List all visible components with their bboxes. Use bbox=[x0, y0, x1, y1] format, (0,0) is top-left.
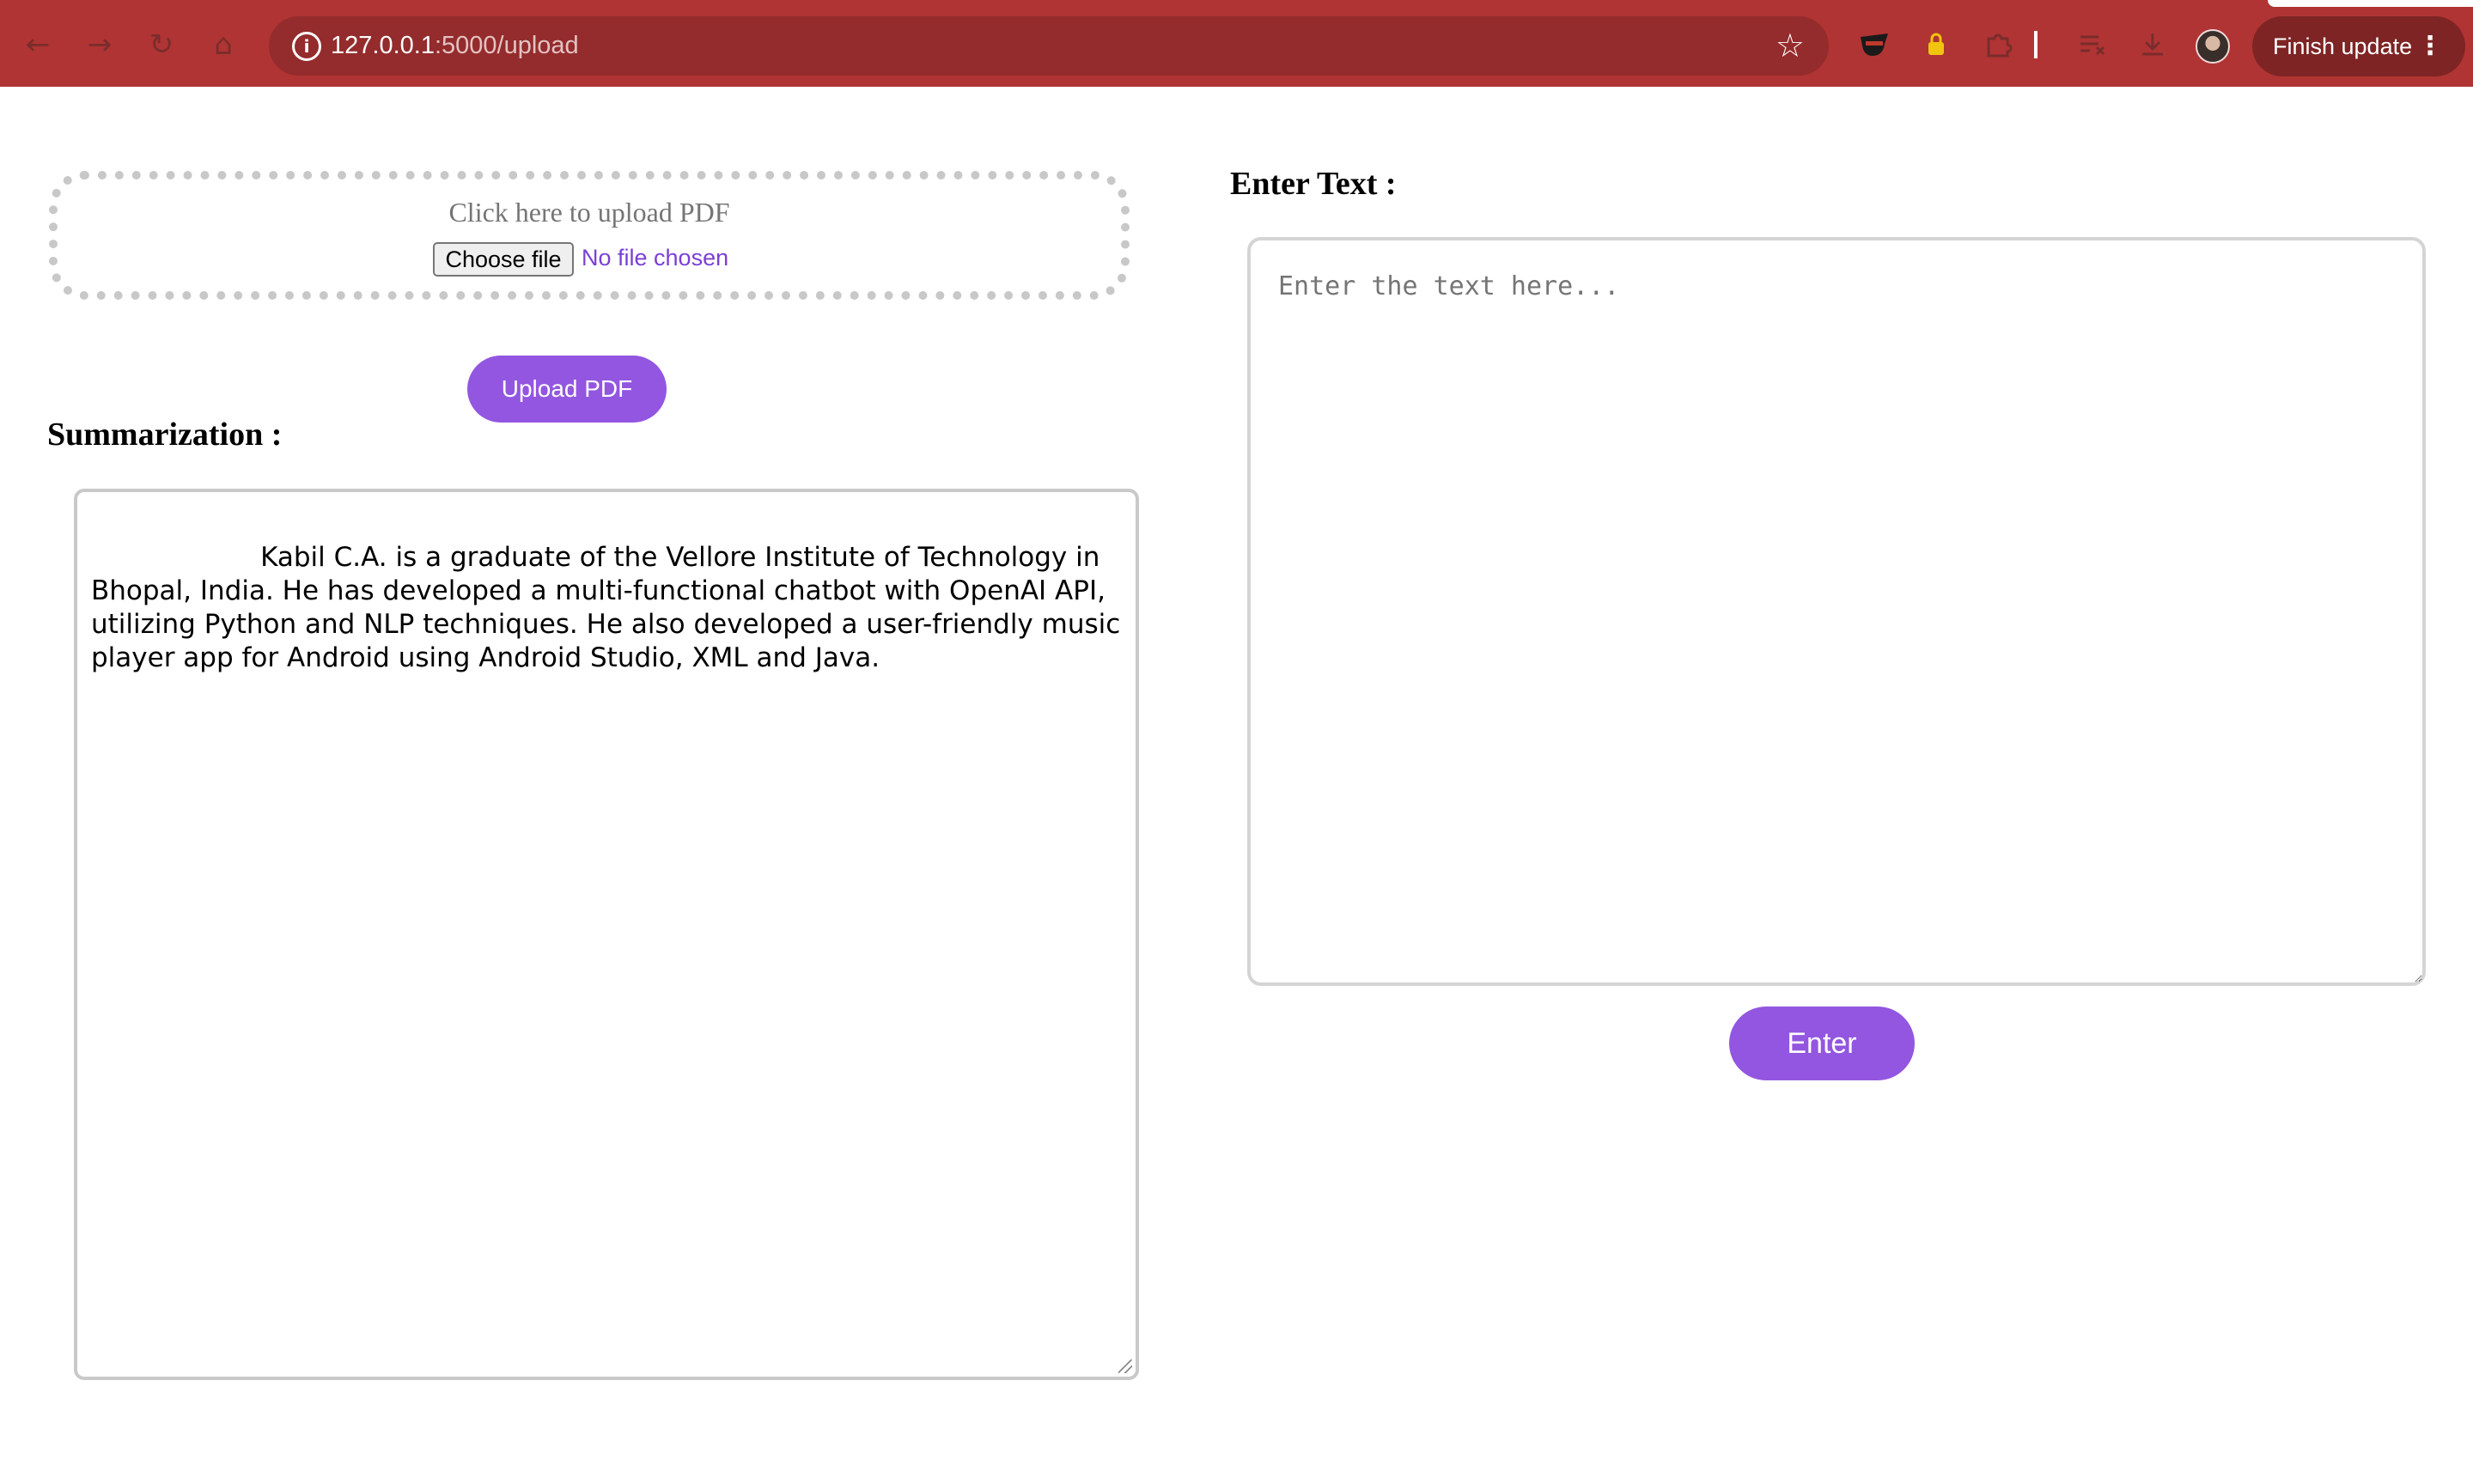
no-file-chosen-text: No file chosen bbox=[582, 245, 729, 271]
lock-extension-icon[interactable] bbox=[1917, 26, 1955, 64]
summarization-heading: Summarization : bbox=[47, 417, 283, 453]
choose-file-button[interactable]: Choose file bbox=[433, 242, 574, 277]
url-path: :5000/upload bbox=[434, 32, 579, 59]
reading-list-icon[interactable] bbox=[2074, 26, 2111, 64]
puzzle-extensions-icon[interactable] bbox=[1979, 26, 2017, 64]
resize-grip-icon[interactable] bbox=[1118, 1359, 1132, 1373]
bookmark-star-icon[interactable]: ☆ bbox=[1776, 25, 1805, 66]
site-info-icon[interactable]: i bbox=[292, 32, 321, 61]
url-text[interactable]: 127.0.0.1:5000/upload bbox=[331, 29, 579, 62]
url-host: 127.0.0.1 bbox=[331, 32, 435, 59]
summary-textarea[interactable]: Kabil C.A. is a graduate of the Vellore … bbox=[74, 489, 1139, 1380]
summary-text: Kabil C.A. is a graduate of the Vellore … bbox=[91, 542, 1130, 673]
address-bar[interactable]: i 127.0.0.1:5000/upload ☆ bbox=[269, 16, 1829, 76]
ninja-extension-icon[interactable] bbox=[1855, 26, 1893, 64]
finish-update-label: Finish update bbox=[2273, 33, 2413, 59]
download-icon[interactable] bbox=[2134, 26, 2171, 64]
enter-button[interactable]: Enter bbox=[1729, 1007, 1915, 1080]
profile-avatar[interactable] bbox=[2196, 29, 2230, 64]
back-arrow-icon[interactable]: ← bbox=[19, 26, 57, 64]
upload-pdf-button[interactable]: Upload PDF bbox=[467, 356, 667, 423]
reload-icon[interactable]: ↻ bbox=[143, 26, 180, 64]
home-icon[interactable]: ⌂ bbox=[204, 26, 242, 64]
kebab-menu-icon[interactable]: ⋮ bbox=[2417, 16, 2443, 76]
toolbar-divider bbox=[2027, 26, 2044, 64]
text-input-field[interactable] bbox=[1247, 237, 2426, 986]
pdf-upload-dropzone[interactable]: Click here to upload PDF Choose file No … bbox=[49, 171, 1130, 300]
browser-toolbar: ← → ↻ ⌂ i 127.0.0.1:5000/upload ☆ Finish… bbox=[0, 0, 2473, 87]
finish-update-button[interactable]: Finish update ⋮ bbox=[2252, 16, 2465, 76]
window-edge-tab bbox=[2268, 0, 2473, 7]
enter-text-heading: Enter Text : bbox=[1230, 166, 1397, 202]
upload-title: Click here to upload PDF bbox=[448, 197, 730, 228]
forward-arrow-icon[interactable]: → bbox=[81, 26, 119, 64]
